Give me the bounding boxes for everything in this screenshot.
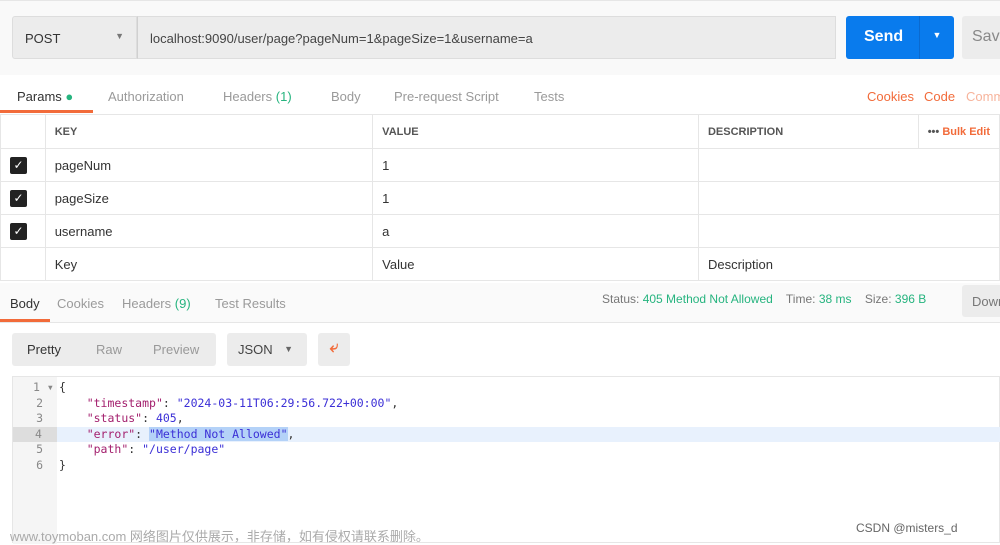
size-value: 396 B — [894, 292, 927, 306]
response-body-editor[interactable]: 1 ▾ {2 "timestamp": "2024-03-11T06:29:56.… — [12, 376, 1000, 544]
code-text: } — [59, 457, 66, 472]
active-response-tab-indicator — [0, 319, 50, 322]
tab-tests[interactable]: Tests — [534, 89, 564, 104]
method-select[interactable]: POST ▼ — [12, 16, 137, 59]
code-text: { — [59, 380, 66, 394]
tab-test-results[interactable]: Test Results — [215, 296, 286, 311]
tab-headers[interactable]: Headers (1) — [223, 89, 292, 104]
new-key-input[interactable]: Key — [44, 247, 374, 281]
url-input[interactable]: localhost:9090/user/page?pageNum=1&pageS… — [137, 16, 836, 59]
line-number: 6 — [36, 457, 43, 472]
new-value-input[interactable]: Value — [372, 247, 699, 281]
line-number: 2 — [36, 395, 43, 410]
code-text: "error": "Method Not Allowed", — [86, 426, 295, 441]
param-value[interactable]: 1 — [372, 148, 699, 182]
watermark-text: www.toymoban.com 网络图片仅供展示，非存储，如有侵权请联系删除。 — [10, 529, 429, 544]
value-header: VALUE — [372, 114, 699, 149]
send-button[interactable]: Send ▼ — [846, 16, 954, 59]
preview-button[interactable]: Preview — [153, 342, 199, 357]
param-key[interactable]: pageNum — [44, 148, 374, 182]
table-row: ✓ username a — [0, 214, 1000, 248]
code-line: 1 ▾ { — [13, 380, 1000, 395]
chevron-down-icon: ▼ — [284, 344, 293, 354]
send-dropdown-icon[interactable]: ▼ — [919, 16, 954, 59]
comments-link[interactable]: Comments — [966, 89, 1000, 104]
params-header-row: KEY VALUE DESCRIPTION ••• Bulk Edit — [0, 114, 1000, 149]
param-value[interactable]: 1 — [372, 181, 699, 215]
send-label: Send — [864, 28, 904, 45]
pretty-button[interactable]: Pretty — [27, 342, 61, 357]
save-button[interactable]: Save — [962, 16, 1000, 59]
param-checkbox[interactable]: ✓ — [10, 156, 27, 174]
csdn-watermark: CSDN @misters_d — [856, 521, 958, 535]
tab-authorization[interactable]: Authorization — [108, 89, 184, 104]
code-line: 2 "timestamp": "2024-03-11T06:29:56.722+… — [13, 396, 1000, 411]
param-checkbox[interactable]: ✓ — [10, 222, 27, 240]
param-description[interactable] — [697, 214, 1000, 248]
line-number: 5 — [36, 442, 43, 456]
raw-button[interactable]: Raw — [96, 342, 122, 357]
param-description[interactable] — [697, 181, 1000, 215]
code-text: "path": "/user/page" — [86, 442, 226, 456]
params-table: KEY VALUE DESCRIPTION ••• Bulk Edit ✓ pageNu… — [0, 114, 1000, 281]
new-description-input[interactable]: Description — [697, 247, 1000, 281]
more-options-icon[interactable]: ••• — [928, 126, 940, 138]
param-value[interactable]: a — [372, 214, 699, 248]
param-key[interactable]: pageSize — [44, 181, 374, 215]
download-button[interactable]: Download — [962, 285, 1000, 317]
line-number: 4 — [13, 426, 57, 442]
line-number: 1 ▾ — [33, 380, 54, 394]
param-checkbox[interactable]: ✓ — [10, 189, 27, 207]
param-description[interactable] — [697, 148, 1000, 182]
table-row: ✓ pageNum 1 — [0, 148, 1000, 182]
table-row: ✓ pageSize 1 — [0, 181, 1000, 215]
status-value: 405 Method Not Allowed — [642, 292, 773, 306]
line-number: 3 — [36, 411, 43, 425]
format-select[interactable]: JSON ▼ — [227, 333, 307, 366]
response-meta: Status: 405 Method Not Allowed Time: 38 … — [602, 292, 927, 306]
wrap-lines-icon[interactable]: ⤶ — [318, 333, 350, 366]
method-value: POST — [25, 31, 61, 46]
code-line: 5 "path": "/user/page" — [13, 442, 1000, 457]
tab-prerequest-script[interactable]: Pre-request Script — [394, 89, 499, 104]
code-link[interactable]: Code — [924, 89, 955, 104]
param-key[interactable]: username — [44, 214, 374, 248]
tab-response-cookies[interactable]: Cookies — [57, 296, 104, 311]
active-tab-indicator — [0, 110, 93, 113]
tab-response-headers[interactable]: Headers (9) — [122, 296, 191, 311]
view-mode-group: Pretty Raw Preview — [12, 333, 216, 366]
tab-response-body[interactable]: Body — [10, 296, 40, 311]
code-line: 3 "status": 405, — [13, 411, 1000, 426]
response-tabs-bar: Body Cookies Headers (9) Test Results St… — [0, 283, 1000, 323]
new-param-row: Key Value Description — [0, 247, 1000, 281]
code-line: 6} — [13, 458, 1000, 473]
bulk-edit-link[interactable]: Bulk Edit — [942, 126, 990, 138]
chevron-down-icon: ▼ — [115, 31, 124, 41]
key-header: KEY — [44, 114, 374, 149]
code-text: "status": 405, — [86, 411, 184, 425]
params-dot-icon: ● — [65, 89, 74, 104]
description-header: DESCRIPTION — [697, 114, 919, 149]
code-text: "timestamp": "2024-03-11T06:29:56.722+00… — [86, 395, 399, 410]
time-value: 38 ms — [818, 292, 852, 306]
request-tabs: Params ● Authorization Headers (1) Body … — [0, 80, 1000, 113]
cookies-link[interactable]: Cookies — [867, 89, 914, 104]
tab-params[interactable]: Params ● — [17, 89, 73, 104]
tab-body[interactable]: Body — [331, 89, 361, 104]
code-line: 4 "error": "Method Not Allowed", — [13, 426, 1000, 442]
